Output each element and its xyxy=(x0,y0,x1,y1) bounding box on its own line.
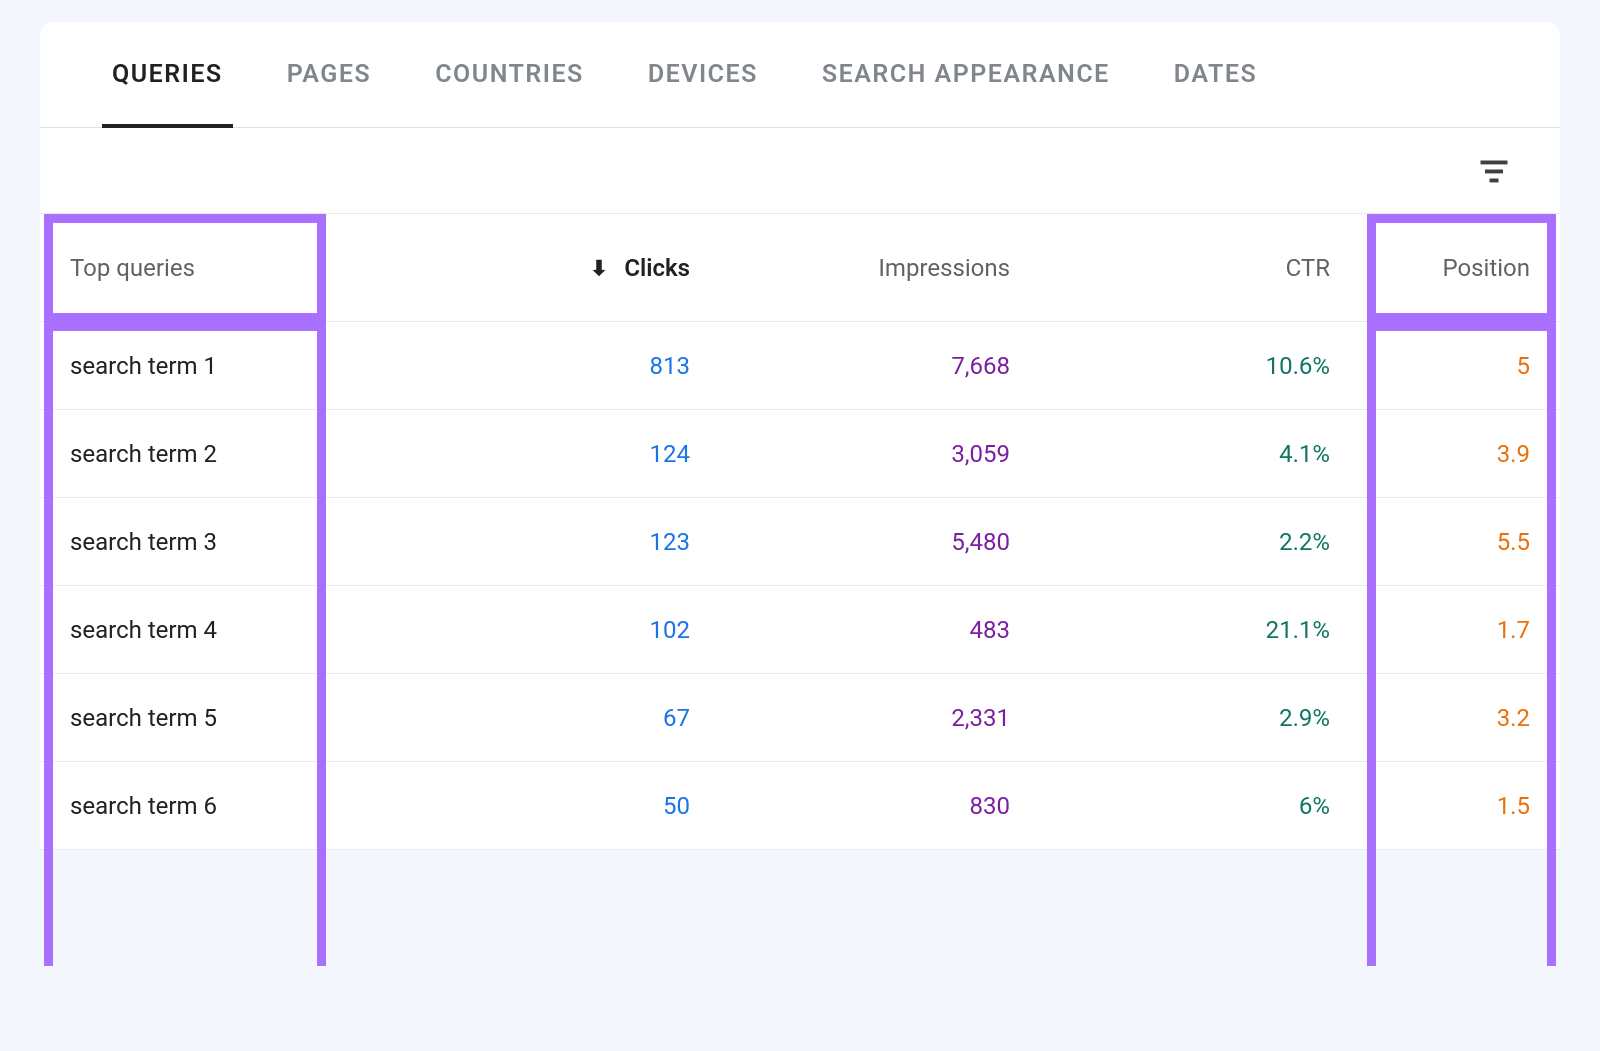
cell-ctr: 6% xyxy=(1010,792,1330,820)
table-body: search term 18137,66810.6%5search term 2… xyxy=(40,322,1560,850)
table-row[interactable]: search term 410248321.1%1.7 xyxy=(40,586,1560,674)
table-row[interactable]: search term 6508306%1.5 xyxy=(40,762,1560,850)
cell-ctr: 21.1% xyxy=(1010,616,1330,644)
cell-impressions: 5,480 xyxy=(690,528,1010,556)
cell-clicks: 813 xyxy=(370,352,690,380)
cell-query: search term 6 xyxy=(70,792,370,820)
cell-impressions: 830 xyxy=(690,792,1010,820)
table-row[interactable]: search term 18137,66810.6%5 xyxy=(40,322,1560,410)
cell-impressions: 2,331 xyxy=(690,704,1010,732)
queries-table: Top queries Clicks Impressions CTR Posit… xyxy=(40,214,1560,850)
cell-impressions: 7,668 xyxy=(690,352,1010,380)
cell-ctr: 10.6% xyxy=(1010,352,1330,380)
cell-query: search term 1 xyxy=(70,352,370,380)
cell-position: 5 xyxy=(1330,352,1530,380)
cell-position: 3.9 xyxy=(1330,440,1530,468)
tab-devices[interactable]: DEVICES xyxy=(648,22,758,127)
cell-impressions: 483 xyxy=(690,616,1010,644)
cell-clicks: 67 xyxy=(370,704,690,732)
cell-position: 5.5 xyxy=(1330,528,1530,556)
table-toolbar xyxy=(40,128,1560,214)
col-ctr[interactable]: CTR xyxy=(1010,254,1330,282)
col-impressions[interactable]: Impressions xyxy=(690,254,1010,282)
cell-clicks: 50 xyxy=(370,792,690,820)
col-clicks-label: Clicks xyxy=(624,254,690,282)
col-top-queries[interactable]: Top queries xyxy=(70,254,370,282)
tab-bar: QUERIES PAGES COUNTRIES DEVICES SEARCH A… xyxy=(40,22,1560,128)
cell-clicks: 124 xyxy=(370,440,690,468)
cell-query: search term 4 xyxy=(70,616,370,644)
filter-icon[interactable] xyxy=(1476,153,1512,189)
cell-ctr: 2.2% xyxy=(1010,528,1330,556)
cell-clicks: 102 xyxy=(370,616,690,644)
cell-position: 1.7 xyxy=(1330,616,1530,644)
cell-query: search term 5 xyxy=(70,704,370,732)
performance-card: QUERIES PAGES COUNTRIES DEVICES SEARCH A… xyxy=(40,22,1560,850)
col-clicks[interactable]: Clicks xyxy=(370,254,690,282)
sort-desc-icon xyxy=(588,255,610,281)
table-row[interactable]: search term 31235,4802.2%5.5 xyxy=(40,498,1560,586)
tab-countries[interactable]: COUNTRIES xyxy=(435,22,584,127)
tab-queries[interactable]: QUERIES xyxy=(112,22,223,127)
cell-position: 3.2 xyxy=(1330,704,1530,732)
tab-pages[interactable]: PAGES xyxy=(287,22,372,127)
cell-impressions: 3,059 xyxy=(690,440,1010,468)
table-row[interactable]: search term 5672,3312.9%3.2 xyxy=(40,674,1560,762)
tab-dates[interactable]: DATES xyxy=(1174,22,1257,127)
cell-query: search term 3 xyxy=(70,528,370,556)
table-row[interactable]: search term 21243,0594.1%3.9 xyxy=(40,410,1560,498)
table-header-row: Top queries Clicks Impressions CTR Posit… xyxy=(40,214,1560,322)
col-position[interactable]: Position xyxy=(1330,254,1530,282)
cell-query: search term 2 xyxy=(70,440,370,468)
cell-clicks: 123 xyxy=(370,528,690,556)
tab-search-appearance[interactable]: SEARCH APPEARANCE xyxy=(822,22,1110,127)
cell-ctr: 4.1% xyxy=(1010,440,1330,468)
cell-position: 1.5 xyxy=(1330,792,1530,820)
cell-ctr: 2.9% xyxy=(1010,704,1330,732)
